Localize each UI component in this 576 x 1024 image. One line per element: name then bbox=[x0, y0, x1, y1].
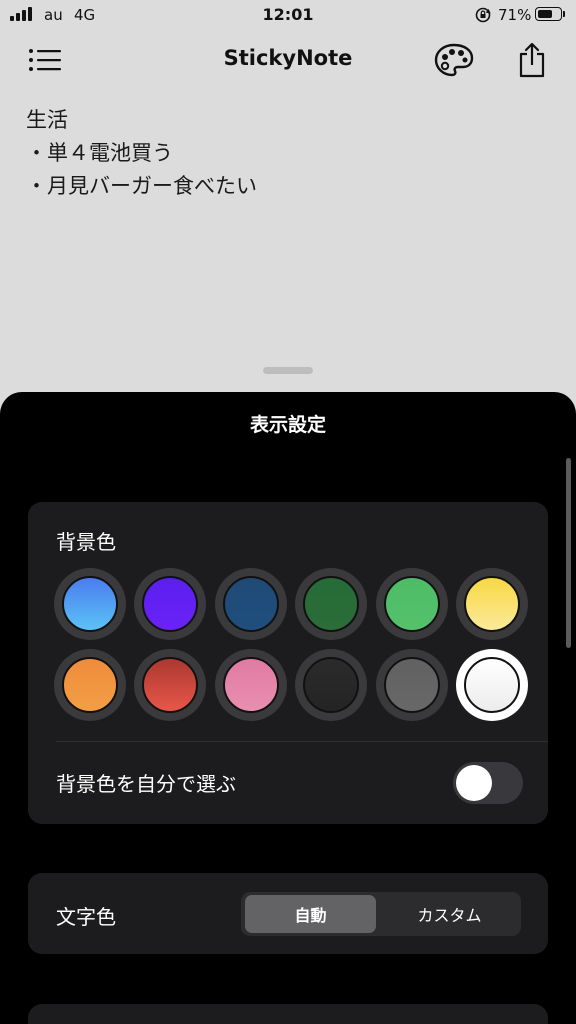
rotation-lock-icon bbox=[475, 7, 491, 23]
scroll-indicator[interactable] bbox=[566, 458, 571, 648]
note-line: ・月見バーガー食べたい bbox=[26, 174, 257, 198]
color-swatch-pink[interactable] bbox=[215, 649, 287, 721]
color-swatch-grid bbox=[54, 568, 528, 722]
battery-tip bbox=[563, 11, 565, 17]
share-icon bbox=[519, 42, 545, 78]
background-color-label: 背景色 bbox=[56, 530, 116, 554]
text-color-segmented-control: 自動 カスタム bbox=[241, 892, 521, 936]
color-swatch-yellow[interactable] bbox=[456, 568, 528, 640]
color-swatch-blue[interactable] bbox=[54, 568, 126, 640]
swatch-color-fill bbox=[464, 576, 520, 632]
palette-button[interactable] bbox=[434, 40, 474, 80]
battery-percentage: 71% bbox=[498, 6, 532, 24]
swatch-color-fill bbox=[62, 576, 118, 632]
segment-auto[interactable]: 自動 bbox=[245, 895, 376, 933]
swatch-color-fill bbox=[384, 657, 440, 713]
color-swatch-black[interactable] bbox=[295, 649, 367, 721]
sheet-grabber[interactable] bbox=[263, 367, 313, 374]
segment-custom[interactable]: カスタム bbox=[382, 895, 517, 933]
color-swatch-white[interactable] bbox=[456, 649, 528, 721]
battery-level-fill bbox=[538, 10, 552, 18]
swatch-color-fill bbox=[223, 576, 279, 632]
color-swatch-dark-green[interactable] bbox=[295, 568, 367, 640]
battery-icon bbox=[535, 7, 562, 21]
swatch-color-fill bbox=[223, 657, 279, 713]
swatch-color-fill bbox=[464, 657, 520, 713]
note-line: 生活 bbox=[26, 108, 68, 132]
swatch-color-fill bbox=[142, 576, 198, 632]
display-settings-sheet: 表示設定 背景色 背景色を自分で選ぶ 文字色 自動 カスタム bbox=[0, 392, 576, 1024]
text-color-label: 文字色 bbox=[56, 905, 116, 929]
status-bar: au 4G 12:01 71% bbox=[0, 0, 576, 32]
swatch-color-fill bbox=[62, 657, 118, 713]
sheet-title: 表示設定 bbox=[249, 414, 326, 436]
color-swatch-green[interactable] bbox=[376, 568, 448, 640]
background-color-card: 背景色 背景色を自分で選ぶ bbox=[28, 502, 548, 824]
palette-icon bbox=[434, 43, 474, 77]
text-color-card: 文字色 自動 カスタム bbox=[28, 873, 548, 954]
swatch-color-fill bbox=[303, 576, 359, 632]
custom-background-label: 背景色を自分で選ぶ bbox=[56, 772, 236, 796]
share-button[interactable] bbox=[512, 40, 552, 80]
note-line: ・単４電池買う bbox=[26, 141, 173, 165]
color-swatch-red[interactable] bbox=[134, 649, 206, 721]
swatch-color-fill bbox=[384, 576, 440, 632]
app-title: StickyNote bbox=[223, 46, 353, 70]
color-swatch-orange[interactable] bbox=[54, 649, 126, 721]
swatch-color-fill bbox=[142, 657, 198, 713]
divider bbox=[56, 741, 548, 742]
next-settings-card bbox=[28, 1004, 548, 1024]
color-swatch-purple[interactable] bbox=[134, 568, 206, 640]
color-swatch-gray[interactable] bbox=[376, 649, 448, 721]
toggle-knob bbox=[456, 765, 492, 801]
color-swatch-navy[interactable] bbox=[215, 568, 287, 640]
note-content[interactable]: 生活 ・単４電池買う ・月見バーガー食べたい bbox=[26, 104, 257, 203]
custom-background-toggle[interactable] bbox=[453, 762, 523, 804]
swatch-color-fill bbox=[303, 657, 359, 713]
navigation-bar: StickyNote bbox=[0, 36, 576, 84]
